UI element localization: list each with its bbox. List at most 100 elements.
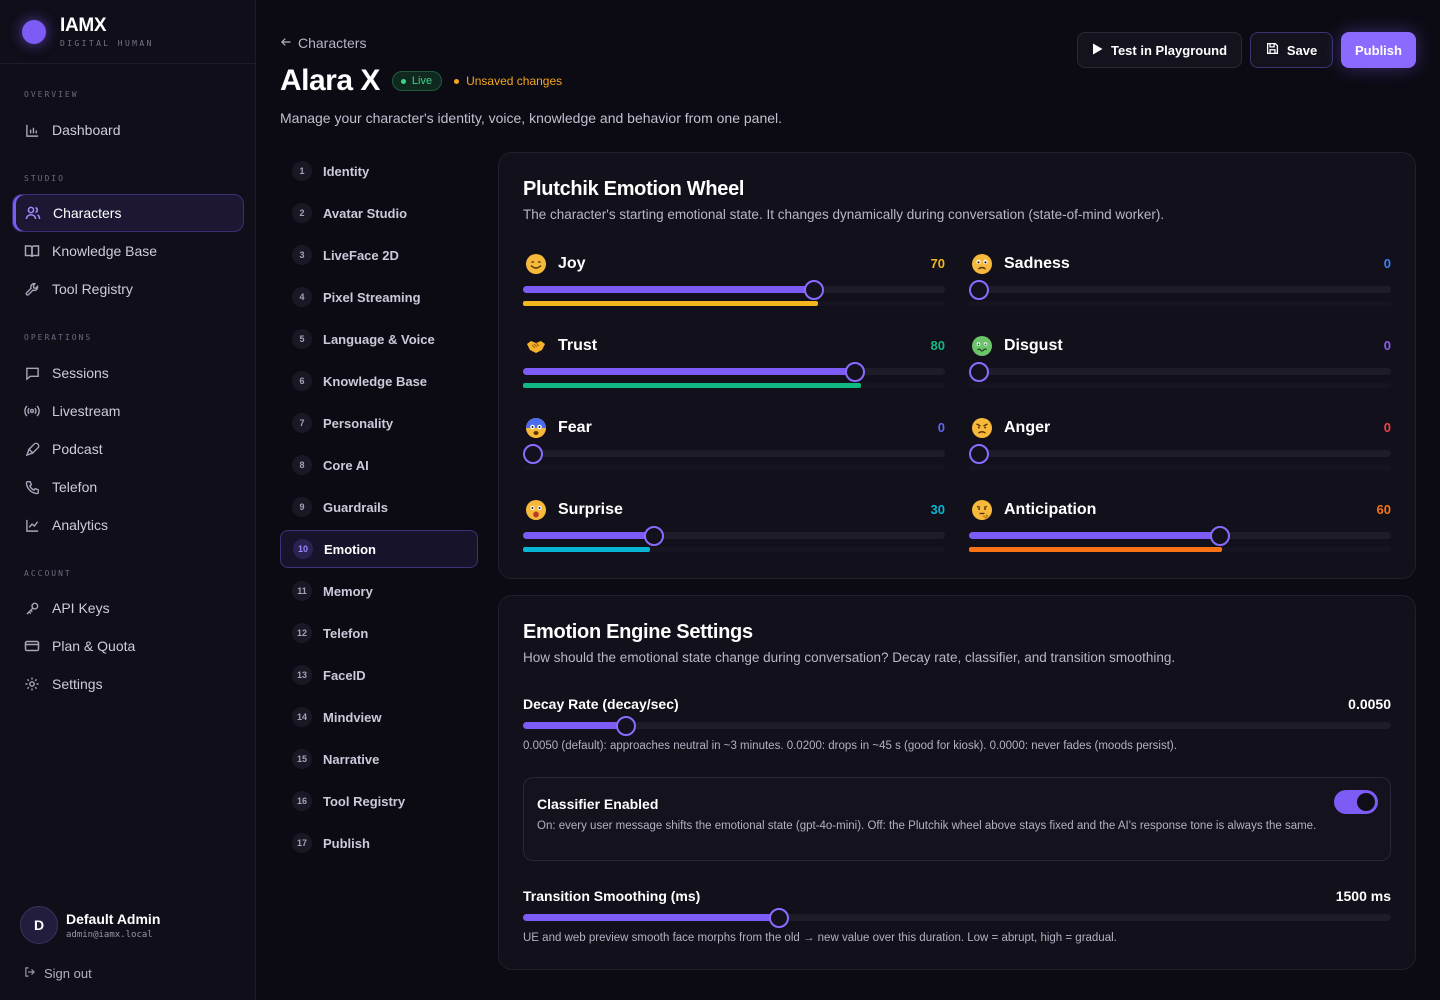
step-personality[interactable]: 7 Personality <box>280 404 478 442</box>
step-tool-registry[interactable]: 16 Tool Registry <box>280 782 478 820</box>
emotion-value: 0 <box>1383 420 1391 435</box>
test-in-playground-button[interactable]: Test in Playground <box>1077 32 1242 68</box>
user-name: Default Admin <box>66 910 161 927</box>
step-identity[interactable]: 1 Identity <box>280 152 478 190</box>
fear-emoji-icon <box>526 418 546 438</box>
trust-slider-thumb[interactable] <box>845 362 865 382</box>
anger-level-track <box>969 465 1391 470</box>
sidebar-item-tool-registry[interactable]: Tool Registry <box>12 271 244 307</box>
step-number: 15 <box>292 749 312 769</box>
save-button-label: Save <box>1286 42 1318 58</box>
emotion-wheel-title: Plutchik Emotion Wheel <box>523 178 745 200</box>
fear-slider-thumb[interactable] <box>523 444 543 464</box>
step-label: Telefon <box>323 625 369 641</box>
emotion-anticipation: Anticipation 60 <box>969 499 1391 569</box>
step-mindview[interactable]: 14 Mindview <box>280 698 478 736</box>
joy-slider[interactable] <box>523 286 945 293</box>
decay-rate-slider[interactable] <box>523 716 1391 736</box>
sidebar-item-analytics[interactable]: Analytics <box>12 507 244 543</box>
sidebar-item-dashboard[interactable]: Dashboard <box>12 112 244 148</box>
step-number: 8 <box>292 455 312 475</box>
step-label: Narrative <box>323 751 380 767</box>
sadness-slider[interactable] <box>969 286 1391 293</box>
page-subtitle: Manage your character's identity, voice,… <box>280 110 783 126</box>
status-badge-label: Live <box>411 75 433 87</box>
sidebar-item-settings[interactable]: Settings <box>12 666 244 702</box>
step-emotion[interactable]: 10 Emotion <box>280 530 478 568</box>
step-language-voice[interactable]: 5 Language & Voice <box>280 320 478 358</box>
step-number: 3 <box>292 245 312 265</box>
decay-rate-fill <box>523 722 626 729</box>
step-label: Mindview <box>323 709 382 725</box>
joy-level-bar <box>523 301 818 306</box>
publish-button[interactable]: Publish <box>1341 32 1416 68</box>
sidebar-item-podcast[interactable]: Podcast <box>12 431 244 467</box>
emotion-value: 60 <box>1376 502 1391 517</box>
emotion-value: 0 <box>1383 338 1391 353</box>
step-pixel-streaming[interactable]: 4 Pixel Streaming <box>280 278 478 316</box>
joy-emoji-icon <box>526 254 546 274</box>
anticipation-level-bar <box>969 547 1222 552</box>
fear-slider[interactable] <box>523 450 945 457</box>
step-number: 13 <box>292 665 312 685</box>
anticipation-slider[interactable] <box>969 532 1391 539</box>
decay-rate-thumb[interactable] <box>616 716 636 736</box>
sadness-level-track <box>969 301 1391 306</box>
emotion-name: Sadness <box>1004 255 1070 272</box>
step-number: 5 <box>292 329 312 349</box>
anger-slider[interactable] <box>969 450 1391 457</box>
brand-tagline: DIGITAL HUMAN <box>60 39 154 48</box>
disgust-slider[interactable] <box>969 368 1391 375</box>
trust-slider[interactable] <box>523 368 945 375</box>
gear-icon <box>24 676 40 692</box>
breadcrumb[interactable]: Characters <box>280 35 366 51</box>
smoothing-slider[interactable] <box>523 908 1391 928</box>
step-liveface-2d[interactable]: 3 LiveFace 2D <box>280 236 478 274</box>
smoothing-label: Transition Smoothing (ms) <box>523 888 701 904</box>
step-avatar-studio[interactable]: 2 Avatar Studio <box>280 194 478 232</box>
emotion-value: 70 <box>930 256 945 271</box>
sadness-slider-thumb[interactable] <box>969 280 989 300</box>
step-publish[interactable]: 17 Publish <box>280 824 478 862</box>
sidebar-item-api-keys[interactable]: API Keys <box>12 590 244 626</box>
sidebar-item-label: Sessions <box>52 365 109 381</box>
sidebar-item-characters[interactable]: Characters <box>12 194 244 232</box>
smoothing-thumb[interactable] <box>769 908 789 928</box>
step-memory[interactable]: 11 Memory <box>280 572 478 610</box>
live-dot-icon <box>400 78 406 84</box>
user-profile[interactable]: D Default Admin admin@iamx.local <box>20 906 160 944</box>
sidebar-item-telefon[interactable]: Telefon <box>12 469 244 505</box>
step-telefon[interactable]: 12 Telefon <box>280 614 478 652</box>
sign-out-link[interactable]: Sign out <box>24 966 92 981</box>
step-knowledge-base[interactable]: 6 Knowledge Base <box>280 362 478 400</box>
sidebar-item-plan-quota[interactable]: Plan & Quota <box>12 628 244 664</box>
step-number: 7 <box>292 413 312 433</box>
user-email: admin@iamx.local <box>66 929 153 940</box>
joy-slider-thumb[interactable] <box>804 280 824 300</box>
decay-rate-note: 0.0050 (default): approaches neutral in … <box>523 740 1177 752</box>
step-core-ai[interactable]: 8 Core AI <box>280 446 478 484</box>
classifier-toggle[interactable] <box>1334 790 1378 814</box>
surprise-slider-thumb[interactable] <box>644 526 664 546</box>
disgust-slider-thumb[interactable] <box>969 362 989 382</box>
sidebar-item-sessions[interactable]: Sessions <box>12 355 244 391</box>
emotion-engine-card: Emotion Engine Settings How should the e… <box>498 595 1416 970</box>
step-guardrails[interactable]: 9 Guardrails <box>280 488 478 526</box>
step-label: Memory <box>323 583 373 599</box>
step-label: Language & Voice <box>323 331 435 347</box>
step-faceid[interactable]: 13 FaceID <box>280 656 478 694</box>
step-label: Avatar Studio <box>323 205 408 221</box>
emotion-wheel-card: Plutchik Emotion Wheel The character's s… <box>498 152 1416 579</box>
disgust-emoji-icon <box>972 336 992 356</box>
anticipation-slider-thumb[interactable] <box>1210 526 1230 546</box>
step-number: 11 <box>292 581 312 601</box>
sidebar-item-livestream[interactable]: Livestream <box>12 393 244 429</box>
step-number: 16 <box>292 791 312 811</box>
brand[interactable]: IAMX DIGITAL HUMAN <box>0 0 255 64</box>
step-label: Core AI <box>323 457 369 473</box>
save-button[interactable]: Save <box>1250 32 1333 68</box>
surprise-slider[interactable] <box>523 532 945 539</box>
anger-slider-thumb[interactable] <box>969 444 989 464</box>
sidebar-item-knowledge-base[interactable]: Knowledge Base <box>12 233 244 269</box>
step-narrative[interactable]: 15 Narrative <box>280 740 478 778</box>
